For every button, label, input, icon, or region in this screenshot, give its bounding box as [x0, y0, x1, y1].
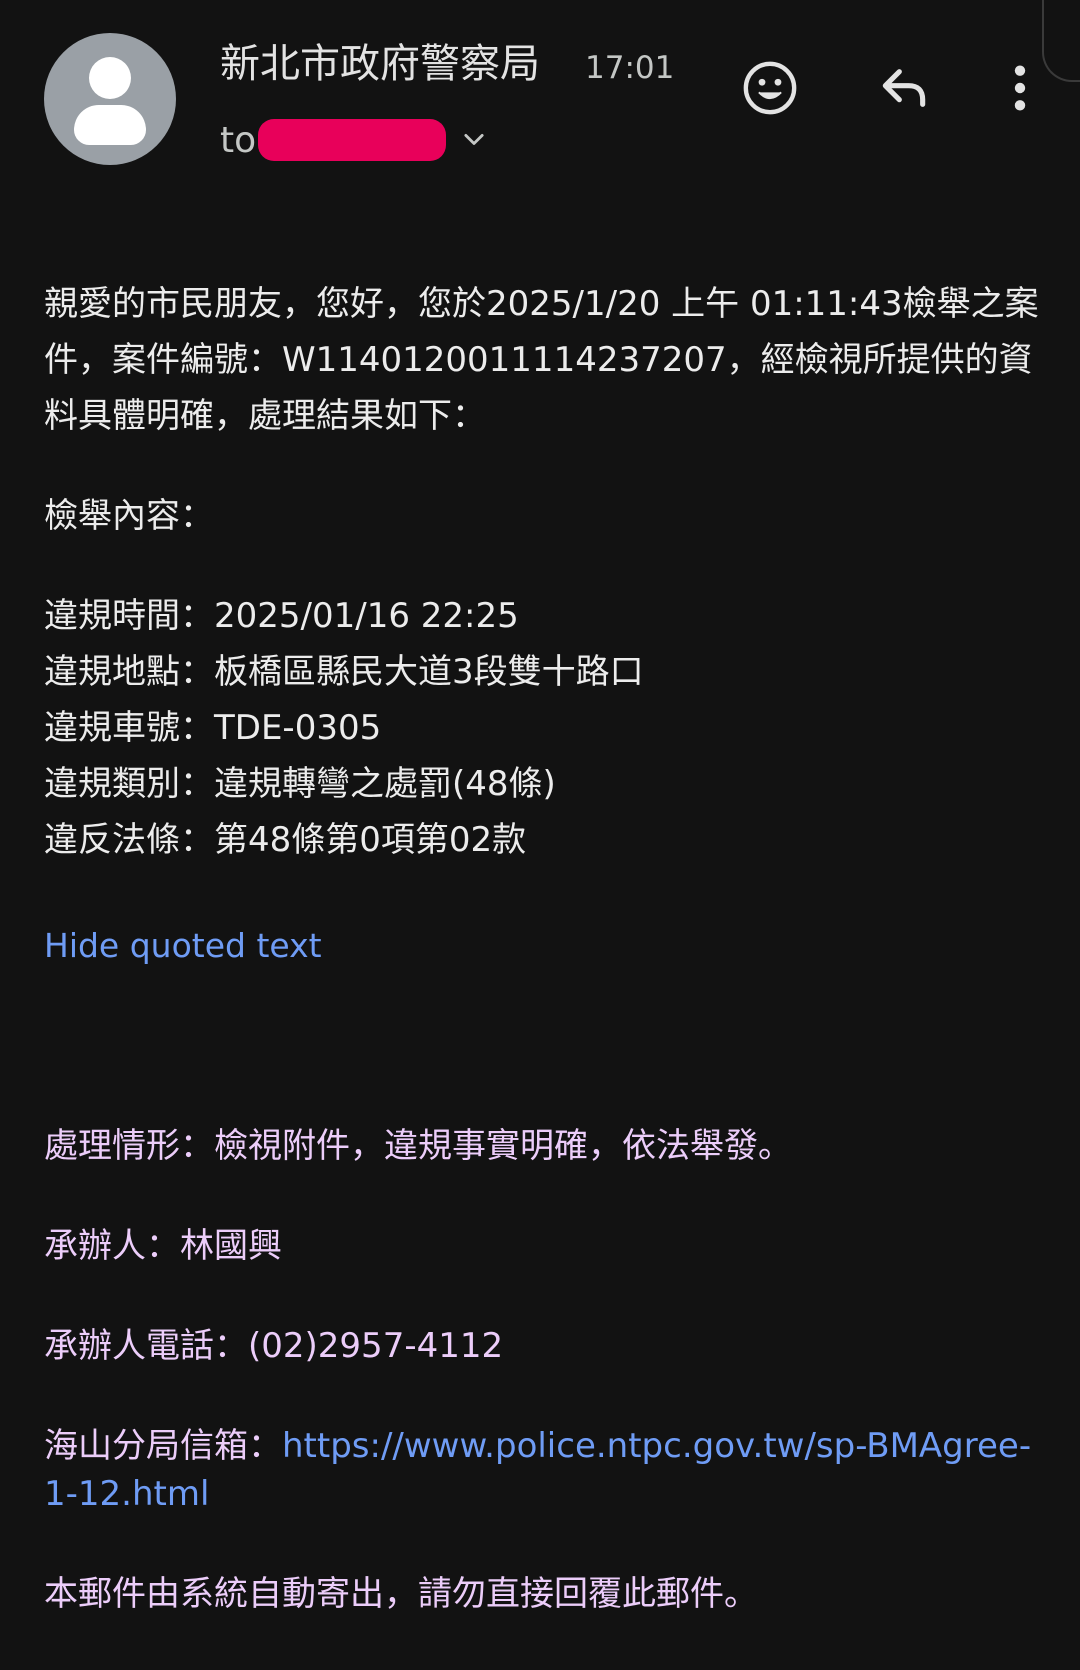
window-edge	[1042, 0, 1080, 82]
mailbox-label: 海山分局信箱：	[44, 1426, 282, 1466]
more-options-button[interactable]	[988, 56, 1052, 120]
recipient-line[interactable]: to	[220, 112, 488, 168]
quoted-text: 處理情形：檢視附件，違規事實明確，依法舉發。 承辦人：林國興 承辦人電話：(02…	[44, 1122, 1044, 1670]
report-heading: 檢舉內容：	[44, 496, 214, 536]
reply-icon	[882, 69, 926, 107]
add-reaction-button[interactable]	[738, 56, 802, 120]
redacted-recipient	[258, 119, 447, 161]
more-vert-icon	[1014, 65, 1026, 111]
hide-quoted-text-link[interactable]: Hide quoted text	[44, 920, 322, 972]
violation-location: 違規地點：板橋區縣民大道3段雙十路口	[44, 652, 644, 692]
chevron-down-icon[interactable]	[460, 126, 488, 154]
sent-time: 17:01	[585, 50, 675, 86]
intro-paragraph: 親愛的市民朋友，您好，您於2025/1/20 上午 01:11:43檢舉之案件，…	[44, 284, 1039, 436]
violation-article: 違反法條：第48條第0項第02款	[44, 820, 527, 860]
email-header: 新北市政府警察局 17:01 to	[0, 0, 1080, 200]
handling-status: 處理情形：檢視附件，違規事實明確，依法舉發。	[44, 1126, 792, 1166]
violation-category: 違規類別：違規轉彎之處罰(48條)	[44, 764, 556, 804]
reply-button[interactable]	[872, 56, 936, 120]
officer-name: 承辦人：林國興	[44, 1226, 282, 1266]
emoji-smile-icon	[743, 61, 797, 115]
email-body: 親愛的市民朋友，您好，您於2025/1/20 上午 01:11:43檢舉之案件，…	[44, 276, 1044, 868]
auto-sent-notice: 本郵件由系統自動寄出，請勿直接回覆此郵件。	[44, 1574, 758, 1614]
mailbox-line: 海山分局信箱：https://www.police.ntpc.gov.tw/sp…	[44, 1422, 1044, 1518]
sender-name[interactable]: 新北市政府警察局	[220, 38, 540, 90]
to-label: to	[220, 119, 257, 161]
officer-phone: 承辦人電話：(02)2957-4112	[44, 1326, 504, 1366]
violation-time: 違規時間：2025/01/16 22:25	[44, 596, 519, 636]
sender-avatar[interactable]	[44, 33, 176, 165]
violation-plate: 違規車號：TDE-0305	[44, 708, 382, 748]
